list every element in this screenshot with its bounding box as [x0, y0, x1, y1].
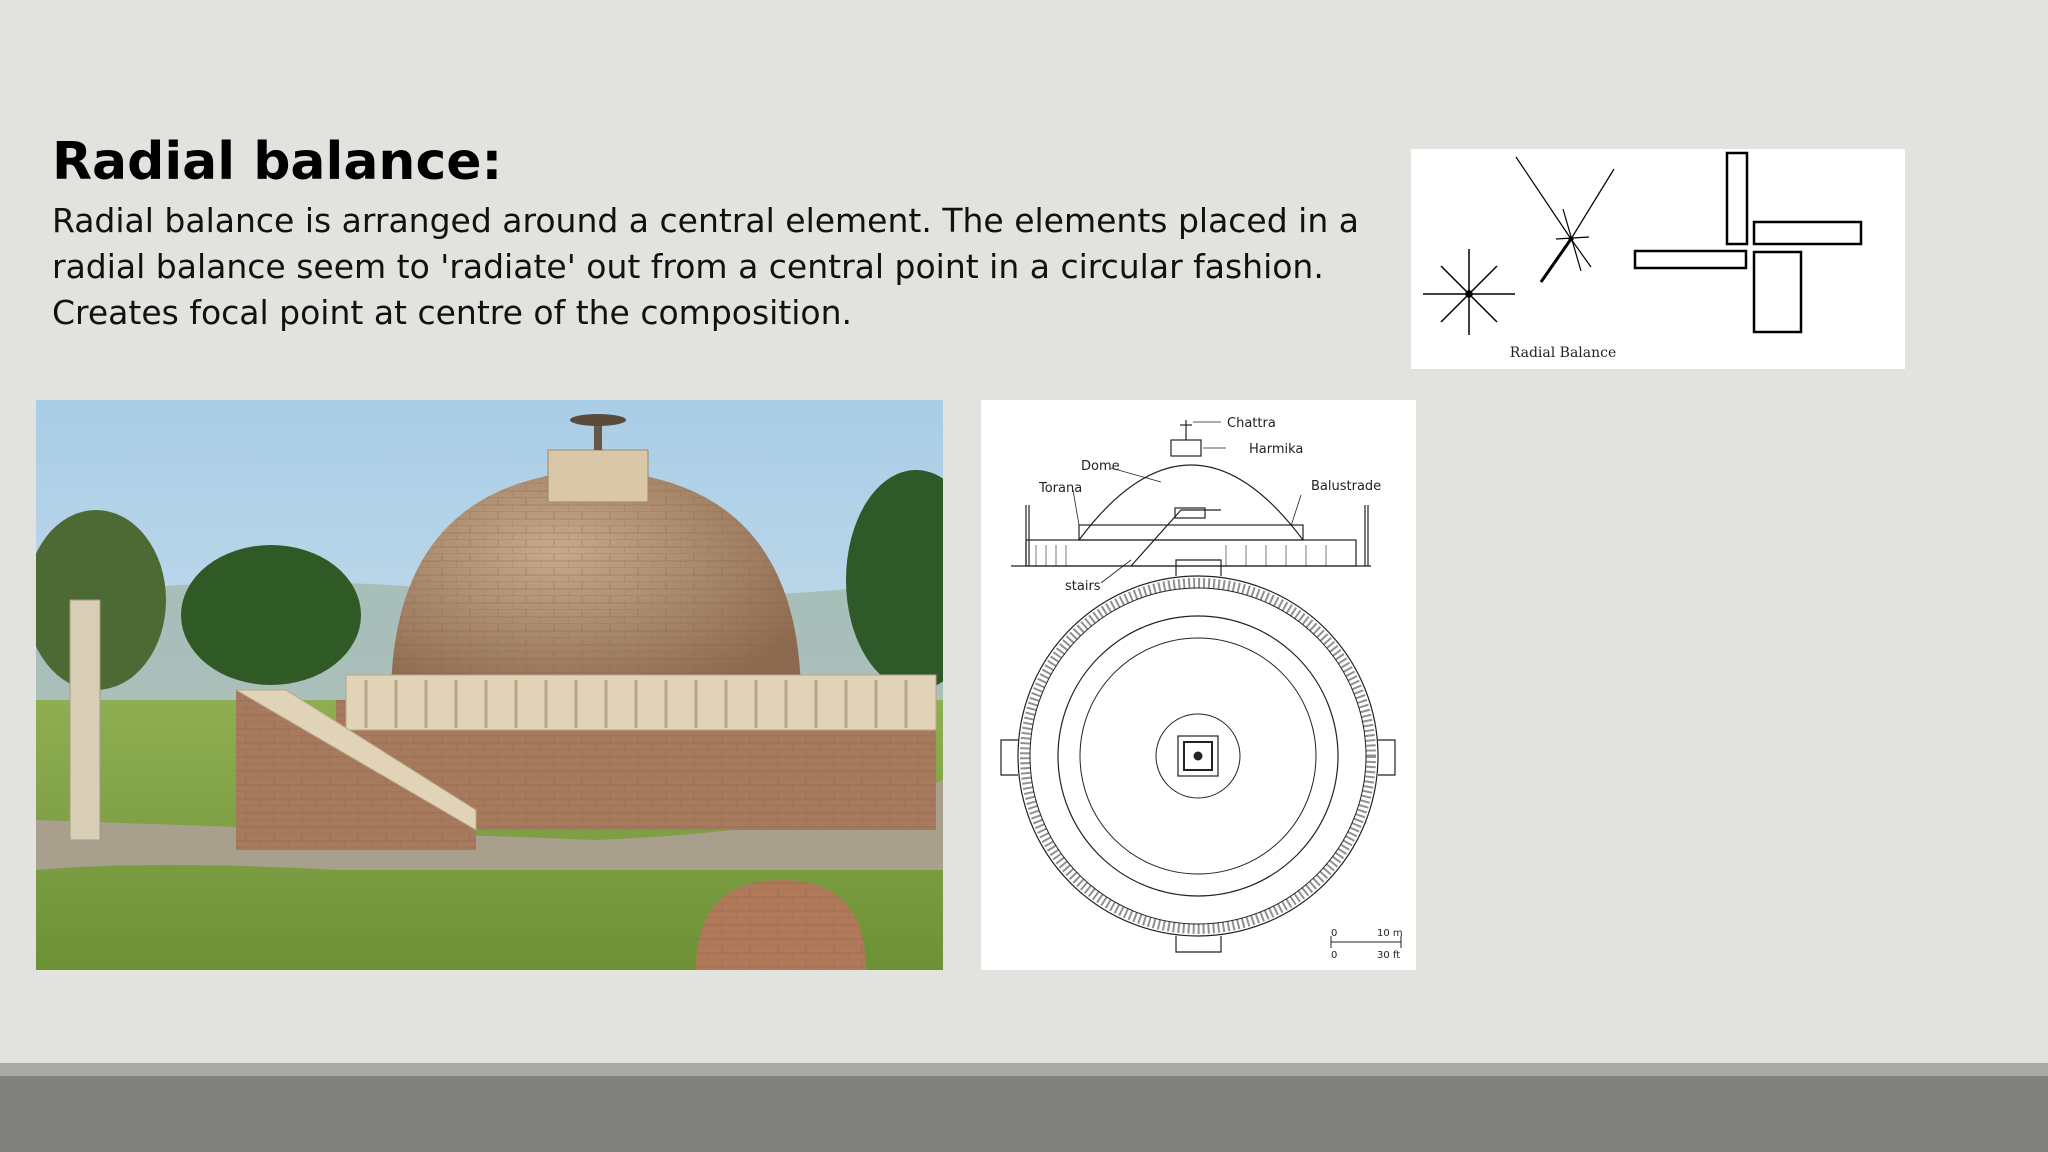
label-torana: Torana	[1038, 481, 1082, 496]
starburst-figure	[1423, 249, 1515, 335]
plan-view-drawing	[1000, 559, 1396, 953]
stupa-plan-drawing: Chattra Harmika Dome Torana Balustrade s…	[981, 400, 1416, 970]
radial-balance-diagram: Radial Balance	[1411, 149, 1905, 369]
label-chattra: Chattra	[1227, 416, 1276, 431]
scale-m-start: 0	[1331, 928, 1337, 939]
body-line-2: radial balance seem to 'radiate' out fro…	[52, 247, 1324, 286]
stupa-photo-svg	[36, 400, 943, 970]
scale-ft-start: 0	[1331, 950, 1337, 961]
footer-bar	[0, 1076, 2048, 1152]
radial-balance-diagram-svg: Radial Balance	[1423, 151, 1863, 361]
diagram-caption: Radial Balance	[1510, 345, 1617, 361]
body-line-1: Radial balance is arranged around a cent…	[52, 201, 1359, 240]
label-stairs: stairs	[1065, 579, 1101, 594]
label-balustrade: Balustrade	[1311, 479, 1381, 494]
scale-ft-end: 30 ft	[1377, 950, 1400, 961]
label-harmika: Harmika	[1249, 442, 1303, 457]
footer-accent-bar	[0, 1063, 2048, 1076]
stupa-plan-svg: Chattra Harmika Dome Torana Balustrade s…	[1000, 416, 1403, 961]
stupa-photo	[36, 400, 943, 970]
radiating-lines-figure	[1515, 156, 1615, 283]
scale-m-end: 10 m	[1377, 928, 1403, 939]
slide-body: Radial balance is arranged around a cent…	[52, 198, 1372, 336]
slide: Radial balance: Radial balance is arrang…	[0, 0, 2048, 1152]
pinwheel-figure	[1633, 151, 1863, 334]
body-line-3: Creates focal point at centre of the com…	[52, 293, 853, 332]
slide-title: Radial balance:	[52, 132, 503, 192]
label-dome: Dome	[1081, 459, 1120, 474]
